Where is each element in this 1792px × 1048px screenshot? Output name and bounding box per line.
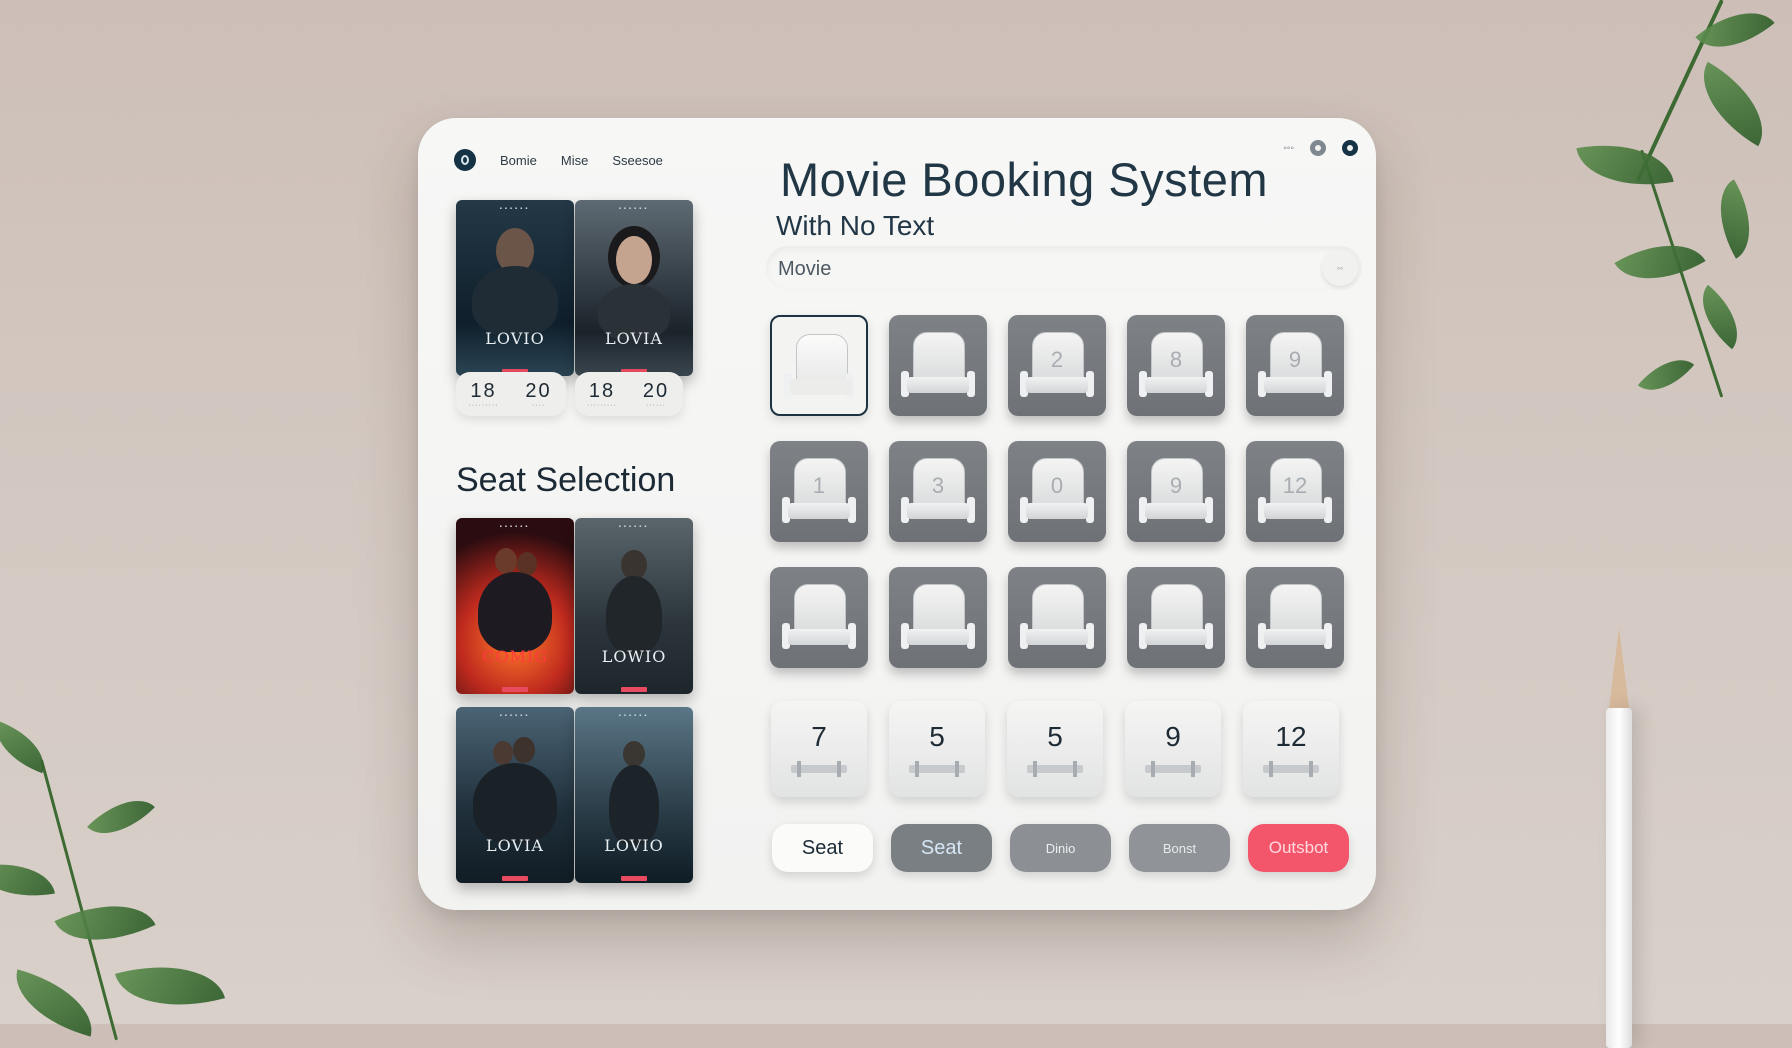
seat-11[interactable] <box>770 567 868 668</box>
option-two-button[interactable]: Bonst <box>1129 824 1230 872</box>
seat-number-row: 7 5 5 9 12 <box>771 701 1339 797</box>
seat-3[interactable]: 2 <box>1008 315 1106 416</box>
stat-value: 20 <box>642 379 670 402</box>
seat-1[interactable] <box>770 315 868 416</box>
tile-number: 12 <box>1275 721 1307 752</box>
movie-poster-1[interactable]: ▪▪▪▪▪▪ LOVIO <box>456 200 574 376</box>
page-subtitle: With No Text <box>776 210 935 241</box>
movie-poster-5[interactable]: ▪▪▪▪▪▪ LOVIA <box>456 707 574 883</box>
seat-number: 9 <box>1169 473 1183 498</box>
top-navigation: Bomie Mise Sseesoe <box>454 142 663 178</box>
action-bar: Seat Seat Dinio Bonst Outsbot <box>772 824 1349 872</box>
movie-search-input[interactable] <box>776 252 1280 286</box>
seat-secondary-button[interactable]: Seat <box>891 824 992 872</box>
search-icon[interactable]: ◦◦ <box>1322 250 1358 286</box>
seat-number: 9 <box>1288 347 1302 372</box>
seat-number: 0 <box>1050 473 1064 498</box>
seat-6[interactable]: 1 <box>770 441 868 542</box>
seat-grid: 2 8 9 1 3 0 9 12 <box>770 315 1348 668</box>
seat-4[interactable]: 8 <box>1127 315 1225 416</box>
poster-title: LOVIO <box>485 329 545 348</box>
tile-number: 5 <box>929 721 945 752</box>
booking-app-window: Bomie Mise Sseesoe ◦◦◦ ▪▪▪▪▪▪ LOVIO ▪▪▪▪… <box>418 118 1376 910</box>
option-one-button[interactable]: Dinio <box>1010 824 1111 872</box>
movie-poster-6[interactable]: ▪▪▪▪▪▪ LOVIO <box>575 707 693 883</box>
seat-7[interactable]: 3 <box>889 441 987 542</box>
seat-number-tile-4[interactable]: 9 <box>1125 701 1221 797</box>
poster-title: LOWIO <box>601 647 667 666</box>
seat-14[interactable] <box>1127 567 1225 668</box>
seat-number: 2 <box>1050 347 1064 372</box>
movie-poster-2[interactable]: ▪▪▪▪▪▪ LOVIA <box>575 200 693 376</box>
profile-icon[interactable] <box>1342 140 1358 156</box>
seat-8[interactable]: 0 <box>1008 441 1106 542</box>
seat-number: 1 <box>812 473 826 498</box>
stat-value: 18 <box>588 379 616 402</box>
app-logo-icon[interactable] <box>454 149 476 171</box>
tile-number: 9 <box>1165 721 1181 752</box>
movie-search-bar: ◦◦ <box>766 246 1362 290</box>
stat-value: 20 <box>525 379 552 402</box>
showtime-stats-right: 18 ········· 20 ······ <box>575 372 683 416</box>
seat-number-tile-3[interactable]: 5 <box>1007 701 1103 797</box>
nav-link-1[interactable]: Bomie <box>500 153 537 168</box>
poster-title: LOVIO <box>604 836 664 855</box>
settings-icon[interactable] <box>1310 140 1326 156</box>
seat-13[interactable] <box>1008 567 1106 668</box>
seat-selection-heading: Seat Selection <box>456 461 676 499</box>
seat-number-tile-2[interactable]: 5 <box>889 701 985 797</box>
poster-title: LOVIA <box>605 329 663 348</box>
showtime-stats-left: 18 ········· 20 ···· <box>456 372 566 416</box>
pencil-decoration <box>1604 628 1634 1048</box>
nav-link-2[interactable]: Mise <box>561 153 588 168</box>
page-title: Movie Booking System <box>780 153 1269 206</box>
tile-number: 5 <box>1047 721 1063 752</box>
more-icon[interactable]: ◦◦◦ <box>1283 143 1294 154</box>
seat-15[interactable] <box>1246 567 1344 668</box>
stat-value: 18 <box>470 379 497 402</box>
nav-link-3[interactable]: Sseesoe <box>612 153 663 168</box>
poster-title: LOVIA <box>486 836 544 855</box>
seat-number-tile-1[interactable]: 7 <box>771 701 867 797</box>
checkout-button[interactable]: Outsbot <box>1248 824 1349 872</box>
movie-poster-3[interactable]: ▪▪▪▪▪▪ COMIG <box>456 518 574 694</box>
seat-number: 8 <box>1169 347 1183 372</box>
seat-number-tile-5[interactable]: 12 <box>1243 701 1339 797</box>
seat-10[interactable]: 12 <box>1246 441 1344 542</box>
tile-number: 7 <box>811 721 827 752</box>
seat-number: 12 <box>1282 473 1308 498</box>
window-controls: ◦◦◦ <box>1283 140 1358 156</box>
movie-poster-4[interactable]: ▪▪▪▪▪▪ LOWIO <box>575 518 693 694</box>
seat-button[interactable]: Seat <box>772 824 873 872</box>
seat-12[interactable] <box>889 567 987 668</box>
seat-9[interactable]: 9 <box>1127 441 1225 542</box>
seat-2[interactable] <box>889 315 987 416</box>
seat-5[interactable]: 9 <box>1246 315 1344 416</box>
seat-number: 3 <box>931 473 945 498</box>
poster-title: COMIG <box>482 647 548 666</box>
